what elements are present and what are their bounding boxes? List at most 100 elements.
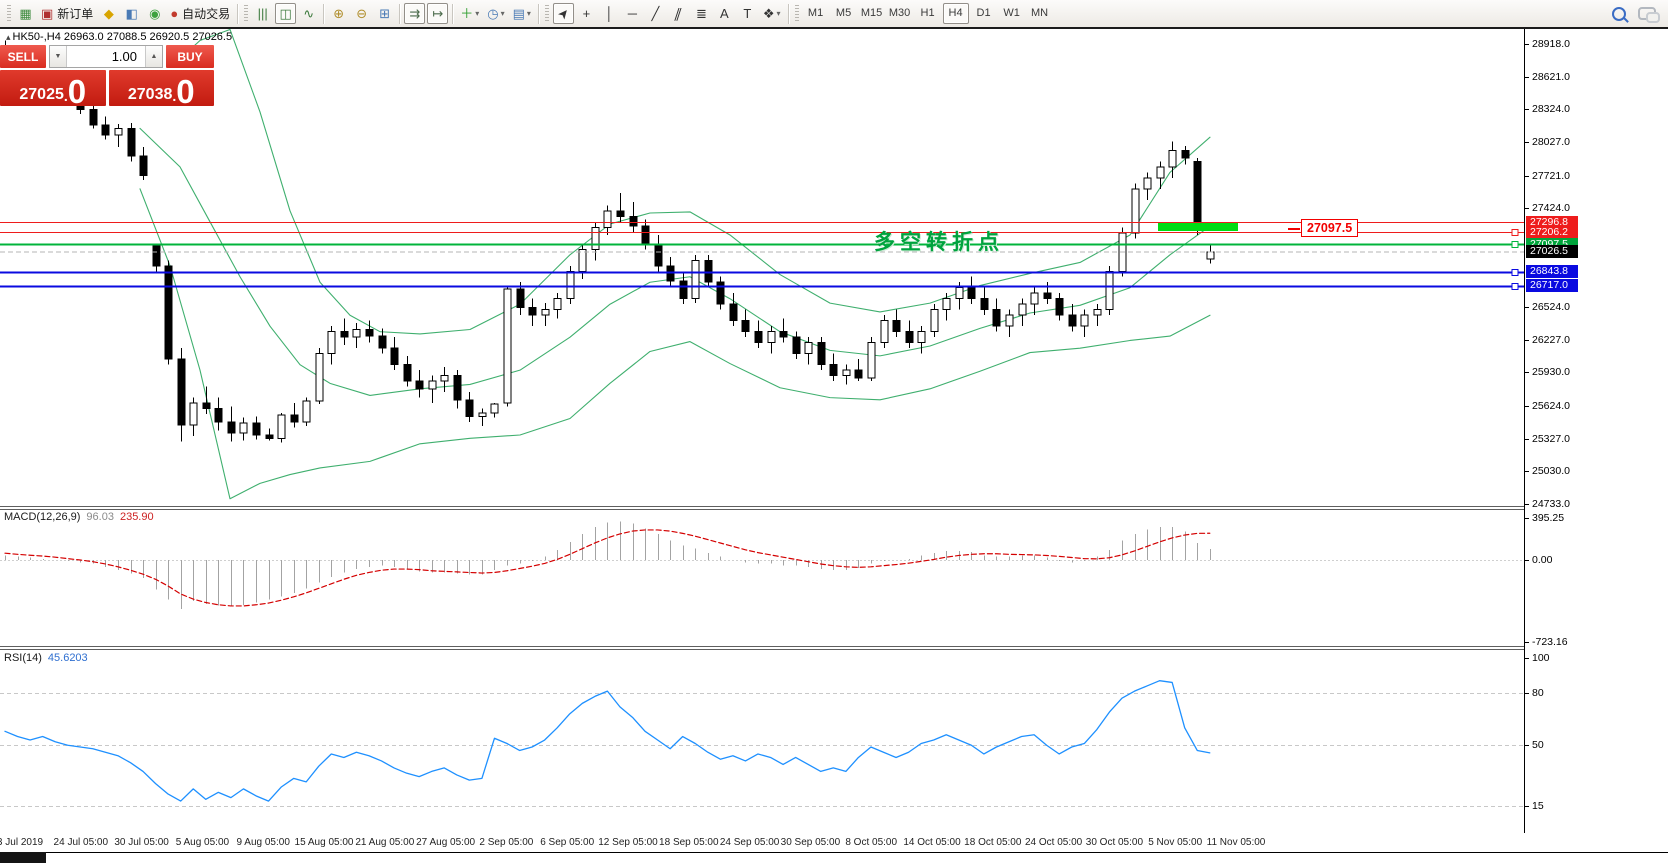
arrows-dropdown-icon[interactable]: ▾ <box>777 9 781 18</box>
timeframe-button-h1[interactable]: H1 <box>915 3 941 24</box>
timeframe-button-w1[interactable]: W1 <box>999 3 1025 24</box>
volume-stepper: ▼ 1.00 ▲ <box>49 45 163 68</box>
new-order-icon: ▣ <box>41 7 53 20</box>
toolbar-grip[interactable] <box>795 5 799 23</box>
toolbar-separator <box>452 4 453 24</box>
search-icon[interactable] <box>1612 7 1626 21</box>
macd-pane[interactable] <box>0 521 1524 608</box>
sell-button[interactable]: SELL <box>0 45 46 68</box>
buy-price-box[interactable]: 27038.0 <box>109 70 215 106</box>
date-tick-label: 30 Oct 05:00 <box>1086 837 1143 848</box>
new-chart-icon: ▦ <box>19 7 31 20</box>
date-tick-label: 18 Sep 05:00 <box>659 837 719 848</box>
mt4-window: ▦ ▣新订单◆◧◉●自动交易 |||◫∿ ⊕ ⊖ ⊞ ⇉ ↦ ＋▾◷▾▤▾ ➤+│ ─ ╱ ∥ ≣ AT❖▾… <box>0 0 1668 863</box>
timeframe-button-mn[interactable]: MN <box>1027 3 1053 24</box>
timeframe-button-m5[interactable]: M5 <box>831 3 857 24</box>
toolbar-button-chart-shift[interactable]: ↦ <box>427 3 448 24</box>
chat-icon[interactable] <box>1638 7 1656 20</box>
axis-tick-label: 28027.0 <box>1532 136 1570 148</box>
toolbar-button-zoom-out[interactable]: ⊖ <box>351 3 372 24</box>
zoom-out-icon: ⊖ <box>356 7 367 20</box>
toolbar-grip[interactable] <box>545 5 549 23</box>
volume-input[interactable]: 1.00 <box>67 46 145 67</box>
toolbar-right-icons <box>1612 7 1664 21</box>
text-icon: A <box>720 7 729 20</box>
toolbar-separator <box>538 4 539 24</box>
date-tick-label: 8 Oct 05:00 <box>845 837 897 848</box>
toolbar-button-auto-trading[interactable]: ●自动交易 <box>167 3 233 24</box>
auto-scroll-icon: ⇉ <box>409 7 420 20</box>
chart-canvas[interactable] <box>0 29 1668 863</box>
templates-dropdown-icon[interactable]: ▾ <box>527 9 531 18</box>
price-note-pointer <box>1288 228 1300 230</box>
tile-windows-icon: ⊞ <box>379 7 390 20</box>
date-tick-label: 24 Oct 05:00 <box>1025 837 1082 848</box>
timeframe-button-m15[interactable]: M15 <box>859 3 885 24</box>
toolbar-button-cursor[interactable]: ➤ <box>553 3 574 24</box>
chart-marker-icon: ▴ <box>6 32 11 42</box>
toolbar-button-templates[interactable]: ▤▾ <box>510 3 534 24</box>
toolbar-button-text[interactable]: A <box>714 3 735 24</box>
timeframe-button-d1[interactable]: D1 <box>971 3 997 24</box>
date-tick-label: 6 Sep 05:00 <box>540 837 594 848</box>
toolbar-button-fibonacci[interactable]: ≣ <box>691 3 712 24</box>
periods-dropdown-icon[interactable]: ▾ <box>501 9 505 18</box>
toolbar-button-vertical-line[interactable]: │ <box>599 3 620 24</box>
symbol-ohlc-line: ▴HK50-,H4 26963.0 27088.5 26920.5 27026.… <box>6 31 232 43</box>
buy-button[interactable]: BUY <box>166 45 214 68</box>
equidistant-channel-icon: ∥ <box>673 7 684 20</box>
toolbar-button-equidistant-channel[interactable]: ∥ <box>668 3 689 24</box>
macd-title: MACD(12,26,9) <box>4 511 80 523</box>
buy-price-main: 27038 <box>128 87 173 105</box>
rsi-pane[interactable] <box>0 681 1524 807</box>
date-tick-label: 14 Oct 05:00 <box>903 837 960 848</box>
toolbar-button-new-chart[interactable]: ▦ <box>15 3 36 24</box>
date-tick-label: 27 Aug 05:00 <box>416 837 475 848</box>
toolbar-button-new-order[interactable]: ▣新订单 <box>38 3 96 24</box>
toolbar-button-text-label[interactable]: T <box>737 3 758 24</box>
sell-price-box[interactable]: 27025.0 <box>0 70 106 106</box>
volume-decrease-button[interactable]: ▼ <box>50 46 67 67</box>
rsi-line <box>5 681 1210 801</box>
toolbar-button-tile-windows[interactable]: ⊞ <box>374 3 395 24</box>
sell-price-big-digit: 0 <box>68 78 86 105</box>
cursor-icon: ➤ <box>555 5 572 22</box>
date-tick-label: 9 Aug 05:00 <box>236 837 289 848</box>
toolbar-button-horizontal-line[interactable]: ─ <box>622 3 643 24</box>
toolbar-button-arrows[interactable]: ❖▾ <box>760 3 784 24</box>
toolbar-button-crosshair[interactable]: + <box>576 3 597 24</box>
price-axis: 28918.028621.028324.028027.027721.027424… <box>1524 29 1668 853</box>
axis-tick-label: 28621.0 <box>1532 71 1570 83</box>
axis-tick-label: 24733.0 <box>1532 498 1570 510</box>
toolbar-button-line-chart[interactable]: ∿ <box>298 3 319 24</box>
toolbar-grip[interactable] <box>7 5 11 23</box>
toolbar-button-auto-scroll[interactable]: ⇉ <box>404 3 425 24</box>
horizontal-line-icon: ─ <box>628 7 637 20</box>
date-tick-label: 30 Sep 05:00 <box>781 837 841 848</box>
tf-w1-label: W1 <box>1003 8 1020 19</box>
toolbar-button-trendline[interactable]: ╱ <box>645 3 666 24</box>
volume-increase-button[interactable]: ▲ <box>145 46 162 67</box>
toolbar-button-signals[interactable]: ◉ <box>144 3 165 24</box>
axis-tick-label: 28918.0 <box>1532 38 1570 50</box>
timeframe-button-h4[interactable]: H4 <box>943 3 969 24</box>
date-tick-label: 21 Aug 05:00 <box>355 837 414 848</box>
axis-tick-label: 0.00 <box>1532 554 1552 566</box>
toolbar-separator <box>788 4 789 24</box>
timeframe-button-m1[interactable]: M1 <box>803 3 829 24</box>
indicators-dropdown-icon[interactable]: ▾ <box>475 9 479 18</box>
toolbar-button-periods[interactable]: ◷▾ <box>484 3 507 24</box>
price-note-box[interactable]: 27097.5 <box>1301 219 1358 237</box>
toolbar-button-bar-chart[interactable]: ||| <box>252 3 273 24</box>
timeframe-button-m30[interactable]: M30 <box>887 3 913 24</box>
toolbar-button-indicators[interactable]: ＋▾ <box>457 3 482 24</box>
toolbar-grip[interactable] <box>244 5 248 23</box>
toolbar-button-candlestick-chart[interactable]: ◫ <box>275 3 296 24</box>
toolbar-divider <box>0 27 1668 29</box>
tf-m1-label: M1 <box>808 8 823 19</box>
toolbar-button-mql5-community[interactable]: ◆ <box>98 3 119 24</box>
axis-tick-label: 80 <box>1532 687 1544 699</box>
statusbar-left-block <box>0 852 46 863</box>
toolbar-button-profile[interactable]: ◧ <box>121 3 142 24</box>
toolbar-button-zoom-in[interactable]: ⊕ <box>328 3 349 24</box>
